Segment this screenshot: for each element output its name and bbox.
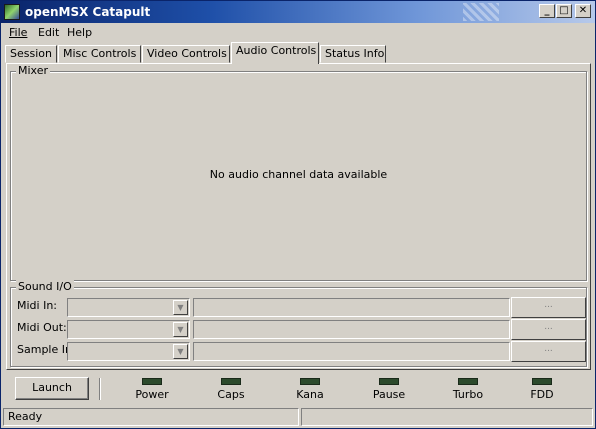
menu-bar: File Edit Help bbox=[1, 23, 595, 41]
status-panel-main: Ready bbox=[3, 408, 299, 426]
sound-io-label: Sound I/O bbox=[16, 280, 74, 293]
tab-status-info[interactable]: Status Info bbox=[320, 45, 386, 63]
sample-in-select[interactable]: ▼ bbox=[67, 342, 190, 361]
close-button[interactable]: ✕ bbox=[575, 4, 591, 18]
caps-led bbox=[221, 378, 241, 385]
fdd-label: FDD bbox=[530, 388, 554, 401]
sound-io-group: Sound I/O Midi In: ▼ ... Midi Out: ▼ ...… bbox=[10, 280, 587, 367]
status-panel-secondary bbox=[301, 408, 593, 426]
power-led bbox=[142, 378, 162, 385]
sample-in-field[interactable] bbox=[193, 342, 510, 361]
midi-out-field[interactable] bbox=[193, 320, 510, 339]
kana-label: Kana bbox=[296, 388, 324, 401]
menu-file[interactable]: File bbox=[9, 26, 27, 39]
app-icon bbox=[4, 4, 20, 20]
launch-button[interactable]: Launch bbox=[15, 377, 89, 400]
menu-file-label: File bbox=[9, 26, 28, 39]
toolbar-separator bbox=[99, 378, 101, 400]
mixer-group: Mixer No audio channel data available bbox=[10, 64, 587, 281]
midi-out-browse-button[interactable]: ... bbox=[511, 319, 586, 340]
midi-in-field[interactable] bbox=[193, 298, 510, 317]
status-bar: Ready bbox=[1, 406, 595, 428]
pause-led bbox=[379, 378, 399, 385]
turbo-led bbox=[458, 378, 478, 385]
chevron-down-icon[interactable]: ▼ bbox=[173, 344, 188, 359]
maximize-button[interactable]: □ bbox=[556, 4, 572, 18]
audio-controls-panel: Mixer No audio channel data available So… bbox=[6, 63, 591, 370]
title-bar[interactable]: openMSX Catapult _ □ ✕ bbox=[1, 1, 595, 23]
fdd-led bbox=[532, 378, 552, 385]
title-decoration bbox=[463, 3, 499, 21]
status-text: Ready bbox=[8, 410, 43, 423]
menu-help-label: Help bbox=[67, 26, 93, 39]
midi-out-label: Midi Out: bbox=[17, 321, 67, 334]
kana-led bbox=[300, 378, 320, 385]
tab-audio-controls[interactable]: Audio Controls bbox=[231, 42, 319, 64]
main-window: openMSX Catapult _ □ ✕ File Edit Help Se… bbox=[0, 0, 596, 429]
tab-session[interactable]: Session bbox=[5, 45, 57, 63]
tab-video-controls[interactable]: Video Controls bbox=[142, 45, 230, 63]
menu-help[interactable]: Help bbox=[67, 26, 92, 39]
chevron-down-icon[interactable]: ▼ bbox=[173, 300, 188, 315]
menu-edit-label: Edit bbox=[38, 26, 60, 39]
sample-in-browse-button[interactable]: ... bbox=[511, 341, 586, 362]
midi-out-select[interactable]: ▼ bbox=[67, 320, 190, 339]
window-title: openMSX Catapult bbox=[25, 5, 151, 19]
mixer-label: Mixer bbox=[16, 64, 51, 77]
tab-misc-controls[interactable]: Misc Controls bbox=[58, 45, 141, 63]
mixer-message: No audio channel data available bbox=[209, 168, 388, 181]
chevron-down-icon[interactable]: ▼ bbox=[173, 322, 188, 337]
power-label: Power bbox=[135, 388, 169, 401]
caps-label: Caps bbox=[217, 388, 245, 401]
pause-label: Pause bbox=[372, 388, 406, 401]
minimize-button[interactable]: _ bbox=[539, 4, 555, 18]
turbo-label: Turbo bbox=[452, 388, 484, 401]
midi-in-select[interactable]: ▼ bbox=[67, 298, 190, 317]
menu-edit[interactable]: Edit bbox=[38, 26, 59, 39]
midi-in-browse-button[interactable]: ... bbox=[511, 297, 586, 318]
midi-in-label: Midi In: bbox=[17, 299, 58, 312]
